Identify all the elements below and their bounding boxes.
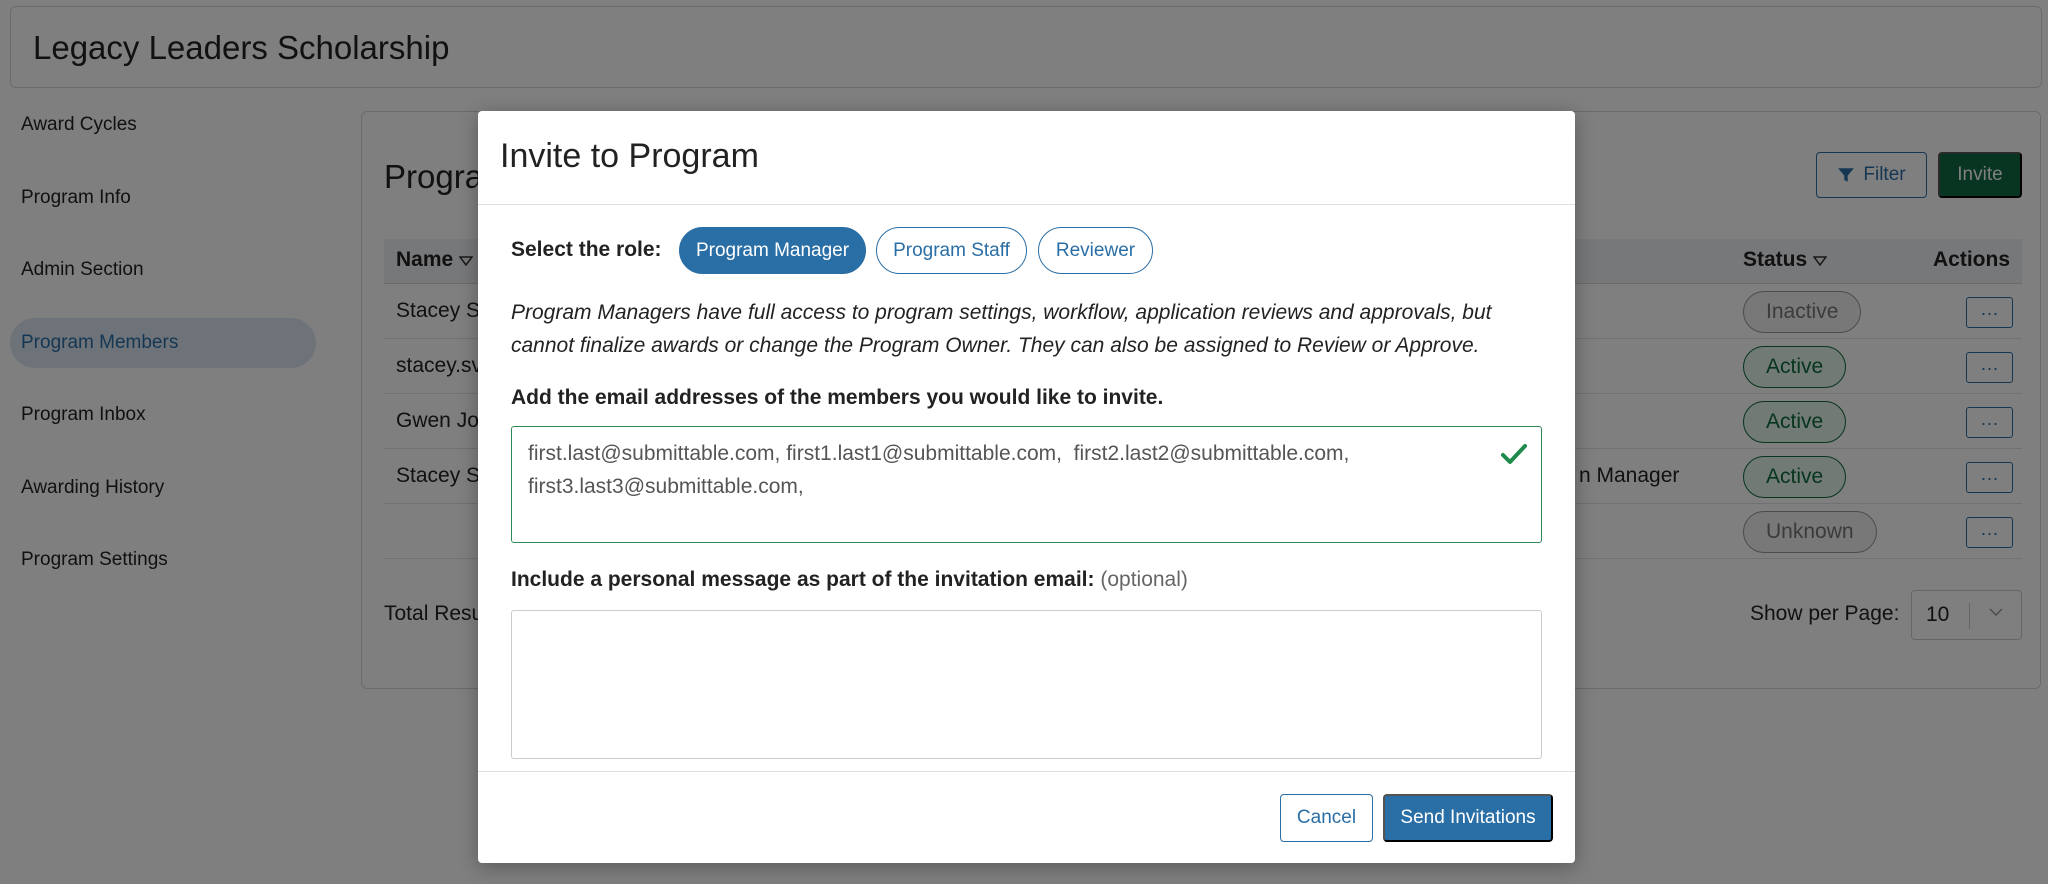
modal-title: Invite to Program: [500, 137, 759, 175]
modal-body: Select the role: Program Manager Program…: [478, 205, 1575, 771]
role-option-reviewer[interactable]: Reviewer: [1038, 227, 1153, 274]
send-invitations-button[interactable]: Send Invitations: [1383, 794, 1553, 842]
invite-modal: Invite to Program Select the role: Progr…: [478, 111, 1575, 863]
message-label-text: Include a personal message as part of th…: [511, 568, 1095, 591]
role-label: Select the role:: [511, 238, 662, 261]
modal-footer: Cancel Send Invitations: [478, 771, 1575, 863]
check-icon: [1501, 444, 1527, 464]
role-description: Program Managers have full access to pro…: [511, 301, 1492, 357]
modal-header: Invite to Program: [478, 111, 1575, 205]
role-option-program-staff[interactable]: Program Staff: [876, 227, 1027, 274]
personal-message-field[interactable]: [511, 610, 1542, 759]
optional-hint: (optional): [1100, 568, 1188, 591]
role-option-program-manager[interactable]: Program Manager: [679, 227, 866, 274]
message-field-label: Include a personal message as part of th…: [511, 568, 1188, 592]
email-field-label: Add the email addresses of the members y…: [511, 386, 1164, 409]
email-addresses-field[interactable]: first.last@submittable.com, first1.last1…: [511, 426, 1542, 543]
cancel-button[interactable]: Cancel: [1280, 794, 1373, 842]
